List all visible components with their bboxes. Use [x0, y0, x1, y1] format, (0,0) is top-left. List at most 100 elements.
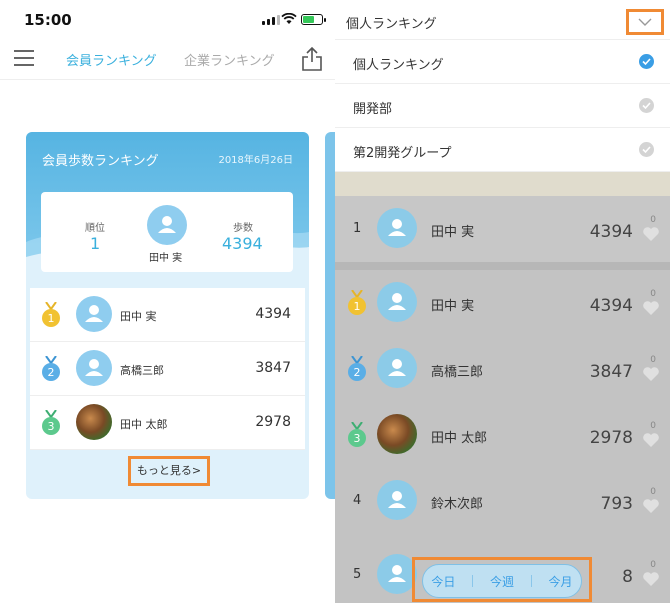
svg-text:1: 1 — [354, 300, 361, 313]
card-title: 会員歩数ランキング — [42, 154, 159, 169]
my-rank-row[interactable]: 1 田中 実 4394 0 — [335, 196, 670, 262]
member-steps: 2978 — [255, 414, 291, 430]
tab-company-ranking[interactable]: 企業ランキング — [184, 50, 275, 69]
option-label: 個人ランキング — [353, 58, 444, 73]
list-item[interactable]: 2 高橋三郎 3847 — [30, 342, 305, 396]
svg-text:2: 2 — [354, 366, 361, 379]
member-name: 田中 実 — [120, 310, 157, 323]
member-name: 田中 太郎 — [120, 418, 168, 431]
like-count: 0 — [650, 355, 656, 365]
rank-number: 5 — [353, 567, 362, 582]
member-steps: 3847 — [589, 362, 633, 382]
like-count: 0 — [650, 289, 656, 299]
table-row[interactable]: 3 田中 太郎 2978 0 — [335, 402, 670, 468]
tab-member-ranking[interactable]: 会員ランキング — [66, 50, 157, 69]
gold-medal-icon: 1 — [42, 302, 60, 327]
member-name: 田中 実 — [431, 225, 475, 240]
bronze-medal-icon: 3 — [348, 422, 366, 447]
member-steps: 3847 — [255, 360, 291, 376]
period-selector[interactable]: 今日 今週 今月 — [422, 564, 582, 598]
dropdown-option-dev-group2[interactable]: 第2開発グループ — [335, 128, 670, 172]
period-today-button[interactable]: 今日 — [431, 573, 455, 590]
period-week-button[interactable]: 今週 — [490, 573, 514, 590]
like-count: 0 — [650, 215, 656, 225]
gold-medal-icon: 1 — [348, 290, 366, 315]
member-steps: 2978 — [589, 428, 633, 448]
avatar — [377, 480, 417, 520]
heart-icon[interactable] — [642, 432, 660, 448]
silver-medal-icon: 2 — [348, 356, 366, 381]
share-icon[interactable] — [301, 46, 323, 72]
check-icon — [639, 98, 654, 113]
user-icon — [388, 293, 406, 310]
status-time: 15:00 — [24, 11, 72, 29]
check-icon — [639, 142, 654, 157]
steps-value: 4394 — [222, 234, 263, 253]
like-count: 0 — [650, 560, 656, 570]
user-icon — [158, 216, 176, 233]
rank-number: 4 — [353, 493, 362, 508]
member-steps: 8 — [622, 567, 633, 587]
top3-list: 1 田中 実 4394 2 高橋三郎 3847 3 田中 太郎 2978 — [30, 288, 305, 450]
table-row[interactable]: 2 高橋三郎 3847 0 — [335, 336, 670, 402]
battery-icon — [301, 14, 326, 25]
rank-number: 1 — [353, 221, 362, 236]
see-more-button[interactable]: もっと見る> — [128, 456, 210, 486]
svg-text:3: 3 — [48, 420, 55, 433]
avatar — [377, 348, 417, 388]
avatar — [147, 205, 187, 245]
heart-icon[interactable] — [642, 366, 660, 382]
user-icon — [388, 491, 406, 508]
user-icon — [388, 219, 406, 236]
bronze-medal-icon: 3 — [42, 410, 60, 435]
member-steps: 4394 — [589, 222, 633, 242]
my-name: 田中 実 — [149, 253, 183, 264]
divider — [530, 575, 532, 587]
header-strip — [335, 172, 670, 196]
wifi-icon — [281, 13, 297, 24]
avatar-photo — [76, 404, 112, 440]
member-steps: 4394 — [589, 296, 633, 316]
steps-label: 歩数 — [233, 223, 253, 234]
dropdown-option-dev-dept[interactable]: 開発部 — [335, 84, 670, 128]
avatar-photo — [377, 414, 417, 454]
heart-icon[interactable] — [642, 226, 660, 242]
like-count: 0 — [650, 421, 656, 431]
heart-icon[interactable] — [642, 498, 660, 514]
svg-text:3: 3 — [354, 432, 361, 445]
option-label: 開発部 — [353, 102, 393, 117]
member-name: 高橋三郎 — [120, 364, 164, 377]
svg-text:1: 1 — [48, 312, 55, 325]
heart-icon[interactable] — [642, 571, 660, 587]
table-row[interactable]: 4 鈴木次郎 793 0 — [335, 468, 670, 534]
member-name: 鈴木次郎 — [431, 497, 484, 512]
heart-icon[interactable] — [642, 300, 660, 316]
ranking-type-dropdown[interactable]: 個人ランキング — [335, 0, 670, 40]
member-name: 田中 太郎 — [431, 431, 488, 446]
user-icon — [85, 305, 103, 322]
member-ranking-screen: 15:00 会員ランキング 企業ランキング 会員歩数ランキング 2018年6月2… — [0, 0, 335, 603]
user-icon — [388, 359, 406, 376]
card-date: 2018年6月26日 — [218, 155, 293, 166]
list-item[interactable]: 1 田中 実 4394 — [30, 288, 305, 342]
personal-ranking-screen: 個人ランキング 個人ランキング 開発部 第2開発グループ 1 田中 実 4394 — [335, 0, 670, 603]
silver-medal-icon: 2 — [42, 356, 60, 381]
svg-text:2: 2 — [48, 366, 55, 379]
table-row[interactable]: 1 田中 実 4394 0 — [335, 270, 670, 336]
next-card-peek[interactable] — [325, 132, 335, 499]
member-steps: 4394 — [255, 306, 291, 322]
member-name: 高橋三郎 — [431, 365, 484, 380]
option-label: 第2開発グループ — [353, 146, 452, 161]
divider — [472, 575, 474, 587]
period-month-button[interactable]: 今月 — [549, 573, 573, 590]
dropdown-option-personal[interactable]: 個人ランキング — [335, 40, 670, 84]
top-nav: 会員ランキング 企業ランキング — [0, 40, 335, 80]
user-icon — [388, 565, 406, 582]
menu-icon[interactable] — [14, 50, 34, 68]
user-icon — [85, 359, 103, 376]
like-count: 0 — [650, 487, 656, 497]
list-item[interactable]: 3 田中 太郎 2978 — [30, 396, 305, 450]
avatar — [76, 350, 112, 386]
dropdown-toggle-button[interactable] — [626, 9, 664, 35]
divider — [335, 262, 670, 270]
